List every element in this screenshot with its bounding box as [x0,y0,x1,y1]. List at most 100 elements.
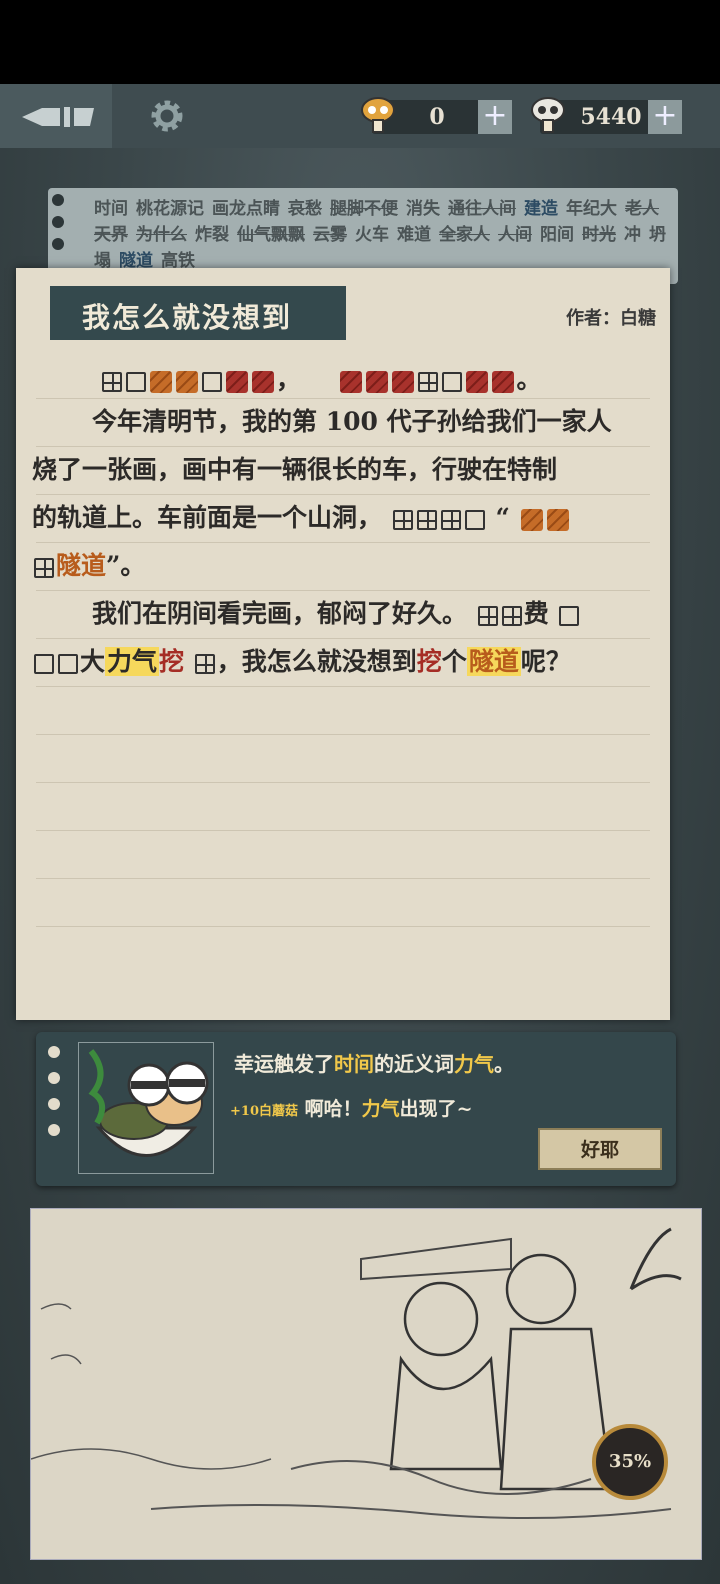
game-screen: 0 + 5440 + 时间 桃花源记 画龙点睛 哀愁 腿脚不便 消失 通往人间 建造 年纪大 老人… [0,84,720,1584]
word-chip[interactable]: 年纪大 [566,199,617,219]
blank-square[interactable] [102,371,122,392]
orange-mushroom-icon [361,97,395,133]
word-chip[interactable]: 哀愁 [288,199,322,219]
blank-square[interactable] [58,653,78,674]
word-chip[interactable]: 人间 [498,225,532,245]
word-chip[interactable]: 炸裂 [195,225,229,245]
word-chip[interactable]: 阳间 [540,225,574,245]
story-title-banner: 我怎么就没想到 [50,286,346,340]
white-mushroom-count: 5440 [580,104,642,130]
blank-square[interactable] [34,653,54,674]
word-list: 时间 桃花源记 画龙点睛 哀愁 腿脚不便 消失 通往人间 建造 年纪大 老人天界 为什么 炸裂 仙气飘飘… [94,196,674,274]
blank-square[interactable] [442,371,463,392]
word-chip[interactable]: 为什么 [136,225,187,245]
blank-square[interactable] [418,371,439,392]
story-text: 呢？ [520,647,571,676]
filled-block[interactable] [546,508,569,531]
word-chip[interactable]: 桃花源记 [136,199,204,219]
filled-block[interactable] [340,370,363,393]
word-chip[interactable]: 云雾 [313,225,347,245]
story-line-1: ， 。 [100,360,541,396]
story-card: 我怎么就没想到 作者：白糖 ， 。 今年清明节，我的第 100 代子孙给我们一家… [16,268,670,1020]
blank-square[interactable] [440,509,461,530]
story-line-6: 我们在阴间看完画，郁闷了好久。 费 [92,594,581,630]
story-text: ”。 [106,551,146,580]
blank-square[interactable] [34,557,54,578]
word-chip[interactable]: 时间 [94,199,128,219]
word-chip[interactable]: 火车 [355,225,389,245]
story-line-3: 烧了一张画，画中有一辆很长的车，行驶在特制 [32,455,558,484]
story-text: 个 [441,647,467,676]
blank-square[interactable] [392,509,413,530]
blank-square[interactable] [464,509,485,530]
story-line-5: 隧道”。 [32,546,145,582]
add-white-mushroom-button[interactable]: + [648,100,682,134]
settings-gear-icon[interactable] [148,97,186,135]
story-title: 我怎么就没想到 [82,301,293,334]
comma: ， [276,365,302,394]
story-author: 作者：白糖 [566,308,656,329]
period: 。 [516,365,542,394]
word-chip[interactable]: 建造 [524,199,558,219]
filled-block[interactable] [252,370,274,393]
word-chip[interactable]: 时光 [582,225,616,245]
word-strength: 力气 [105,647,160,676]
story-text: 大 [80,647,106,676]
word-chip[interactable]: 冲 [624,225,641,245]
word-chip[interactable]: 通往人间 [448,199,516,219]
story-text: 费 [523,599,549,628]
word-tunnel: 隧道 [56,551,107,580]
word-chip[interactable]: 难道 [397,225,431,245]
blank-square[interactable] [416,509,437,530]
bonus-label: +10白蘑菇 [230,1104,298,1119]
story-text: ，我怎么就没想到 [216,647,417,676]
filled-block[interactable] [226,370,248,393]
word-chip[interactable]: 仙气飘飘 [237,225,305,245]
story-illustration [30,1208,702,1560]
grandparents-sketch [30,1227,682,1519]
notice-line-1: 幸运触发了时间的近义词力气。 [234,1052,514,1076]
filled-block[interactable] [366,370,389,393]
filled-block[interactable] [466,370,489,393]
turtle-avatar-frame [78,1042,214,1174]
blank-square[interactable] [126,371,146,392]
story-line-2: 今年清明节，我的第 100 代子孙给我们一家人 [92,407,612,436]
word-chip[interactable]: 画龙点睛 [212,199,280,219]
blank-square[interactable] [194,653,215,674]
word-dig: 挖 [159,647,185,676]
confirm-button[interactable]: 好耶 [538,1128,662,1170]
word-chip[interactable]: 全家人 [439,225,490,245]
blank-square[interactable] [477,605,498,626]
binder-rings [48,1046,60,1150]
notice-line-2: +10白蘑菇 啊哈！力气出现了~ [230,1098,473,1120]
word-dig: 挖 [416,647,442,676]
story-text: 的轨道上。车前面是一个山洞， [32,503,383,532]
filled-block[interactable] [150,370,172,393]
reward-notice: 幸运触发了时间的近义词力气。 +10白蘑菇 啊哈！力气出现了~ 好耶 [36,1032,676,1186]
blank-square[interactable] [559,605,580,626]
pen-back-icon[interactable] [20,104,96,130]
quote-open: “ [495,503,510,532]
filled-block[interactable] [176,370,198,393]
orange-mushroom-count: 0 [429,104,445,130]
blank-square[interactable] [501,605,522,626]
binder-rings [52,194,64,260]
word-tunnel: 隧道 [466,647,521,676]
top-bar: 0 + 5440 + [0,84,720,148]
back-tab[interactable] [0,84,112,148]
word-chip[interactable]: 老人 [625,199,659,219]
white-mushroom-icon [531,97,565,133]
story-line-7: 大力气挖 ，我怎么就没想到挖个隧道呢？ [32,642,571,678]
story-text: 我们在阴间看完画，郁闷了好久。 [92,599,468,628]
filled-block[interactable] [392,370,415,393]
blank-square[interactable] [202,371,222,392]
word-chip[interactable]: 天界 [94,225,128,245]
word-chip[interactable]: 消失 [406,199,440,219]
story-line-4: 的轨道上。车前面是一个山洞， “ [32,498,571,534]
filled-block[interactable] [520,508,543,531]
add-orange-mushroom-button[interactable]: + [478,100,512,134]
progress-indicator: 35% [592,1424,668,1500]
filled-block[interactable] [492,370,515,393]
turtle-mascot-icon [88,1049,209,1157]
word-chip[interactable]: 腿脚不便 [330,199,398,219]
